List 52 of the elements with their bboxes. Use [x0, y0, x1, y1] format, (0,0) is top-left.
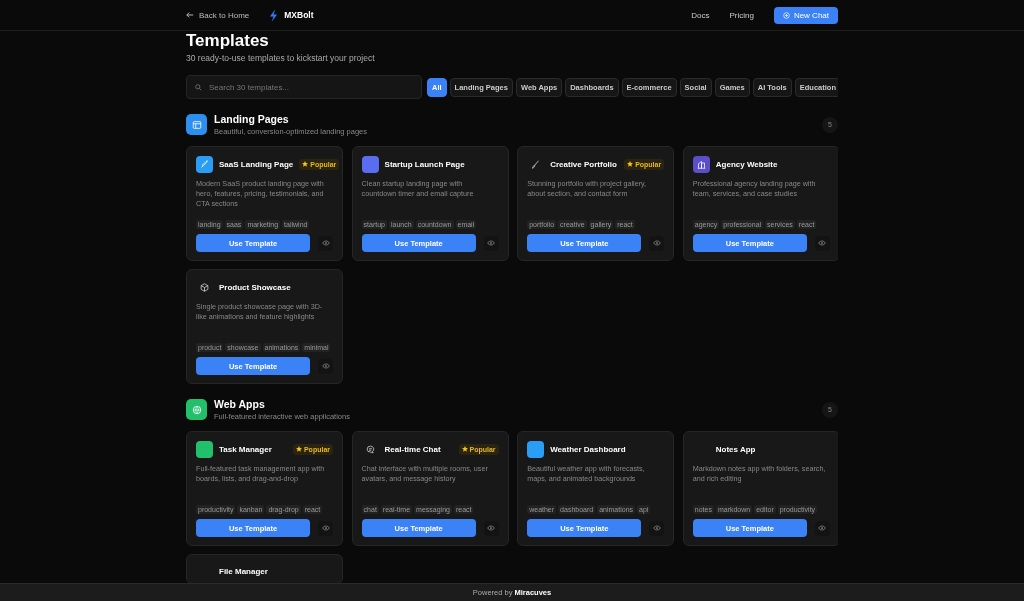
plus-icon — [782, 11, 790, 19]
template-title: Real-time Chat — [384, 444, 442, 454]
new-chat-button[interactable]: New Chat — [773, 6, 838, 24]
template-title: SaaS Landing Page — [219, 159, 294, 169]
template-title: File Manager — [219, 567, 269, 576]
eye-icon — [321, 363, 330, 369]
star-icon — [295, 446, 302, 452]
cube-icon — [200, 282, 209, 292]
preview-button[interactable] — [649, 520, 665, 536]
back-link[interactable]: Back to Home — [186, 10, 250, 20]
template-title: Notes App — [715, 444, 757, 454]
star-icon — [627, 161, 634, 167]
template-title: Creative Portfolio — [550, 159, 618, 169]
page-subtitle: 30 ready-to-use templates to kickstart your project — [186, 53, 376, 63]
nav-link[interactable]: Docs — [691, 10, 710, 20]
brand-name: MXBolt — [284, 10, 314, 20]
eye-icon — [321, 240, 330, 246]
back-arrow-icon — [186, 11, 194, 19]
brush-icon — [531, 159, 541, 169]
section-title: Landing Pages — [214, 113, 290, 125]
template-title: Agency Website — [715, 159, 779, 169]
chat-icon — [365, 444, 375, 454]
preview-button[interactable] — [483, 520, 499, 536]
star-icon — [302, 161, 309, 167]
preview-button[interactable] — [814, 520, 830, 536]
eye-icon — [487, 525, 496, 531]
eye-icon — [321, 525, 330, 531]
eye-icon — [487, 240, 496, 246]
eye-icon — [818, 525, 827, 531]
search-field[interactable]: Search 30 templates... — [186, 75, 422, 99]
section-title: Web Apps — [214, 398, 266, 410]
nav-link[interactable]: Pricing — [729, 10, 754, 20]
globe-icon — [191, 404, 202, 415]
preview-button[interactable] — [483, 235, 499, 251]
eye-icon — [652, 240, 661, 246]
template-title: Task Manager — [219, 444, 273, 454]
preview-button[interactable] — [649, 235, 665, 251]
preview-button[interactable] — [318, 235, 333, 251]
star-icon — [461, 446, 468, 452]
preview-button[interactable] — [318, 358, 333, 374]
template-title: Product Showcase — [219, 282, 292, 292]
eye-icon — [818, 240, 827, 246]
preview-button[interactable] — [814, 235, 830, 251]
page-title: Templates — [186, 31, 270, 51]
preview-button[interactable] — [318, 520, 333, 536]
search-icon — [195, 83, 202, 91]
eye-icon — [652, 525, 661, 531]
layout-icon — [191, 119, 202, 130]
bolt-logo-icon — [269, 8, 279, 22]
template-title: Startup Launch Page — [384, 159, 466, 169]
building-icon — [696, 159, 706, 169]
template-title: Weather Dashboard — [550, 444, 627, 454]
